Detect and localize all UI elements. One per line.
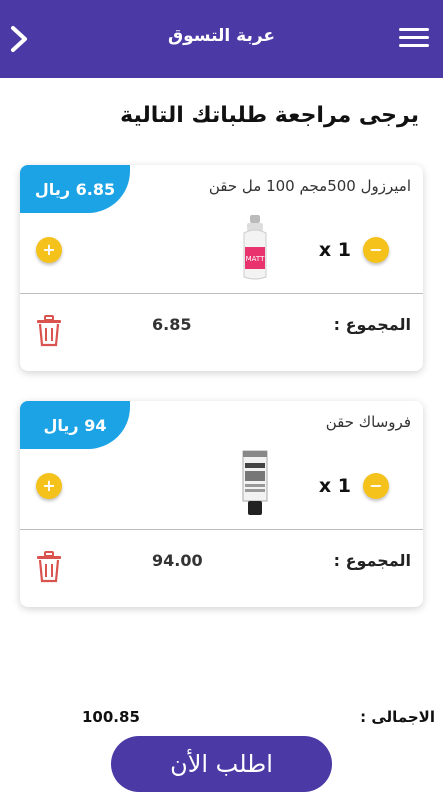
- app-header: عربة التسوق: [0, 0, 443, 78]
- tube-product-image: [242, 450, 268, 515]
- order-now-button[interactable]: اطلب الأن: [111, 736, 332, 792]
- card-divider: [20, 529, 423, 530]
- hamburger-menu-icon[interactable]: [399, 28, 429, 50]
- cart-item-card: 6.85 ريال اميرزول 500مجم 100 مل حقن + MA…: [20, 165, 423, 371]
- svg-text:MATT: MATT: [246, 255, 265, 263]
- price-tag: 6.85 ريال: [20, 165, 130, 213]
- item-total-value: 6.85: [152, 315, 192, 334]
- trash-icon[interactable]: [36, 315, 62, 347]
- item-total-label: المجموع :: [333, 315, 411, 334]
- page-heading: يرجى مراجعة طلباتك التالية: [120, 103, 419, 128]
- grand-total-value: 100.85: [82, 708, 140, 726]
- product-name: فروساك حقن: [325, 413, 411, 431]
- page-title: عربة التسوق: [167, 26, 276, 46]
- decrease-quantity-button[interactable]: −: [363, 473, 389, 499]
- card-divider: [20, 293, 423, 294]
- quantity-label: x 1: [318, 239, 351, 261]
- decrease-quantity-button[interactable]: −: [363, 237, 389, 263]
- cart-item-card: 94 ريال فروساك حقن + x 1 − 94.00 المجموع…: [20, 401, 423, 607]
- increase-quantity-button[interactable]: +: [36, 473, 62, 499]
- quantity-label: x 1: [318, 475, 351, 497]
- product-name: اميرزول 500مجم 100 مل حقن: [208, 177, 411, 195]
- increase-quantity-button[interactable]: +: [36, 237, 62, 263]
- grand-total-label: الاجمالى :: [360, 708, 435, 726]
- trash-icon[interactable]: [36, 551, 62, 583]
- spray-bottle-product-image: MATT: [243, 215, 267, 280]
- item-total-value: 94.00: [152, 551, 203, 570]
- item-total-label: المجموع :: [333, 551, 411, 570]
- price-tag: 94 ريال: [20, 401, 130, 449]
